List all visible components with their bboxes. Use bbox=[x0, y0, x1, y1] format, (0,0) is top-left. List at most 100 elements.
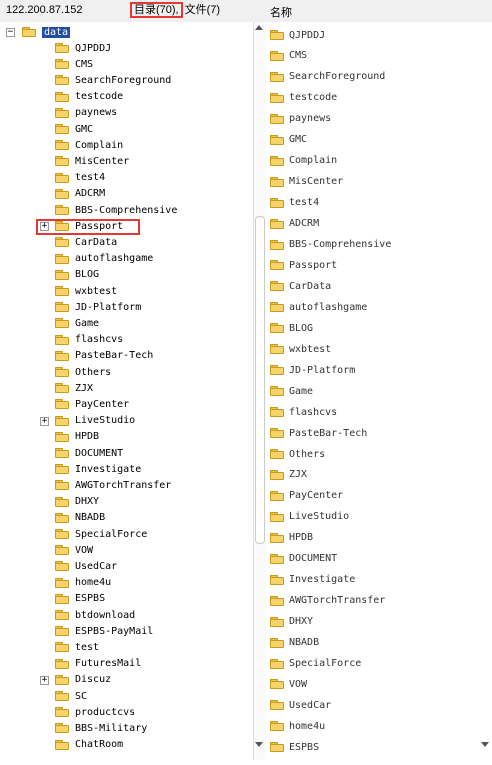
list-item[interactable]: PasteBar-Tech bbox=[270, 425, 367, 441]
folder-icon bbox=[55, 480, 69, 491]
tree-item[interactable]: ADCRM bbox=[55, 186, 105, 202]
list-item[interactable]: MisCenter bbox=[270, 174, 343, 190]
tree-item[interactable]: ESPBS-PayMail bbox=[55, 623, 153, 639]
list-item[interactable]: BLOG bbox=[270, 320, 313, 336]
list-item[interactable]: VOW bbox=[270, 676, 307, 692]
tree-item[interactable]: Complain bbox=[55, 137, 123, 153]
tree-item[interactable]: CMS bbox=[55, 56, 93, 72]
tree-item-label: paynews bbox=[75, 107, 118, 119]
list-item[interactable]: home4u bbox=[270, 718, 325, 734]
list-item[interactable]: GMC bbox=[270, 132, 307, 148]
list-item[interactable]: SpecialForce bbox=[270, 656, 361, 672]
list-item[interactable]: CMS bbox=[270, 48, 307, 64]
tree-item[interactable]: flashcvs bbox=[55, 332, 123, 348]
tree-item[interactable]: BBS-Military bbox=[55, 720, 147, 736]
tree-item-label: test bbox=[75, 641, 100, 653]
tree-item[interactable]: Game bbox=[55, 315, 99, 331]
tree-item[interactable]: ChatRoom bbox=[55, 737, 123, 753]
tree-item[interactable]: SpecialForce bbox=[55, 526, 147, 542]
list-item[interactable]: Others bbox=[270, 446, 325, 462]
tree-item[interactable]: testcode bbox=[55, 89, 123, 105]
list-item[interactable]: Game bbox=[270, 383, 313, 399]
tree-root-data[interactable]: data bbox=[22, 24, 71, 40]
tree-scroll-thumb[interactable] bbox=[255, 216, 265, 544]
list-item[interactable]: paynews bbox=[270, 111, 331, 127]
tree-item-label: UsedCar bbox=[75, 560, 118, 572]
tree-item[interactable]: Investigate bbox=[55, 461, 141, 477]
tree-item[interactable]: ESPBS bbox=[55, 591, 105, 607]
tree-item[interactable]: HPDB bbox=[55, 429, 99, 445]
name-column-header[interactable]: 名称 bbox=[270, 4, 292, 20]
tree-item[interactable]: CarData bbox=[55, 234, 117, 250]
list-item[interactable]: QJPDDJ bbox=[270, 27, 325, 43]
tree-item[interactable]: DHXY bbox=[55, 494, 99, 510]
tree-item[interactable]: btdownload bbox=[55, 607, 135, 623]
tree-item[interactable]: autoflashgame bbox=[55, 251, 153, 267]
list-item[interactable]: Complain bbox=[270, 153, 337, 169]
tree-item[interactable]: MisCenter bbox=[55, 153, 129, 169]
tree-item[interactable]: GMC bbox=[55, 121, 93, 137]
tree-item[interactable]: AWGTorchTransfer bbox=[55, 477, 171, 493]
tree-item[interactable]: PayCenter bbox=[55, 396, 129, 412]
folder-tree[interactable]: data − QJPDDJ CMS SearchForeground testcode pa… bbox=[0, 22, 253, 762]
scroll-down-arrow-icon[interactable] bbox=[255, 742, 263, 747]
list-item[interactable]: NBADB bbox=[270, 635, 319, 651]
tree-item[interactable]: BBS-Comprehensive bbox=[55, 202, 177, 218]
folder-icon bbox=[270, 490, 284, 501]
list-item[interactable]: DOCUMENT bbox=[270, 551, 337, 567]
expand-icon[interactable]: + bbox=[40, 416, 49, 426]
list-item[interactable]: PayCenter bbox=[270, 488, 343, 504]
list-item[interactable]: BBS-Comprehensive bbox=[270, 237, 391, 253]
folder-icon bbox=[270, 344, 284, 355]
list-item[interactable]: CarData bbox=[270, 278, 331, 294]
tree-item[interactable]: BLOG bbox=[55, 267, 99, 283]
tree-item[interactable]: Others bbox=[55, 364, 111, 380]
list-item[interactable]: flashcvs bbox=[270, 404, 337, 420]
tree-item[interactable]: test bbox=[55, 639, 99, 655]
tree-item[interactable]: SearchForeground bbox=[55, 72, 171, 88]
list-item[interactable]: ADCRM bbox=[270, 216, 319, 232]
tree-item[interactable]: JD-Platform bbox=[55, 299, 141, 315]
list-scroll-down-icon[interactable] bbox=[481, 742, 489, 747]
tree-item[interactable]: productcvs bbox=[55, 704, 135, 720]
list-item[interactable]: JD-Platform bbox=[270, 362, 355, 378]
folder-list[interactable]: QJPDDJ CMS SearchForeground testcode paynews… bbox=[265, 22, 492, 762]
scroll-up-arrow-icon[interactable] bbox=[255, 25, 263, 30]
tree-item[interactable]: PasteBar-Tech bbox=[55, 348, 153, 364]
tree-item[interactable]: LiveStudio bbox=[55, 413, 135, 429]
tree-item[interactable]: FuturesMail bbox=[55, 656, 141, 672]
list-item[interactable]: wxbtest bbox=[270, 341, 331, 357]
expand-icon[interactable]: + bbox=[40, 675, 49, 685]
list-item-label: MisCenter bbox=[289, 176, 344, 188]
list-item[interactable]: LiveStudio bbox=[270, 509, 349, 525]
tree-item[interactable]: paynews bbox=[55, 105, 117, 121]
collapse-icon[interactable]: − bbox=[6, 28, 15, 37]
tree-item[interactable]: VOW bbox=[55, 542, 93, 558]
tree-item[interactable]: Discuz bbox=[55, 672, 111, 688]
list-item[interactable]: Passport bbox=[270, 257, 337, 273]
tree-item[interactable]: SC bbox=[55, 688, 87, 704]
folder-icon bbox=[270, 197, 284, 208]
list-item[interactable]: DHXY bbox=[270, 614, 313, 630]
list-item[interactable]: testcode bbox=[270, 90, 337, 106]
tree-item-label: ESPBS-PayMail bbox=[75, 625, 154, 637]
tree-item[interactable]: wxbtest bbox=[55, 283, 117, 299]
tree-item[interactable]: UsedCar bbox=[55, 558, 117, 574]
list-item-label: autoflashgame bbox=[289, 301, 368, 313]
tree-item[interactable]: home4u bbox=[55, 575, 111, 591]
list-item[interactable]: UsedCar bbox=[270, 697, 331, 713]
list-item[interactable]: ZJX bbox=[270, 467, 307, 483]
list-item[interactable]: autoflashgame bbox=[270, 299, 367, 315]
list-item[interactable]: test4 bbox=[270, 195, 319, 211]
list-item[interactable]: HPDB bbox=[270, 530, 313, 546]
list-item[interactable]: Investigate bbox=[270, 572, 355, 588]
tree-item[interactable]: test4 bbox=[55, 170, 105, 186]
tree-item[interactable]: QJPDDJ bbox=[55, 40, 111, 56]
tree-item[interactable]: NBADB bbox=[55, 510, 105, 526]
tree-item[interactable]: DOCUMENT bbox=[55, 445, 123, 461]
list-item[interactable]: AWGTorchTransfer bbox=[270, 593, 385, 609]
tree-item-label: ESPBS bbox=[75, 593, 106, 605]
list-item[interactable]: SearchForeground bbox=[270, 69, 385, 85]
tree-item[interactable]: ZJX bbox=[55, 380, 93, 396]
list-item[interactable]: ESPBS bbox=[270, 739, 319, 755]
